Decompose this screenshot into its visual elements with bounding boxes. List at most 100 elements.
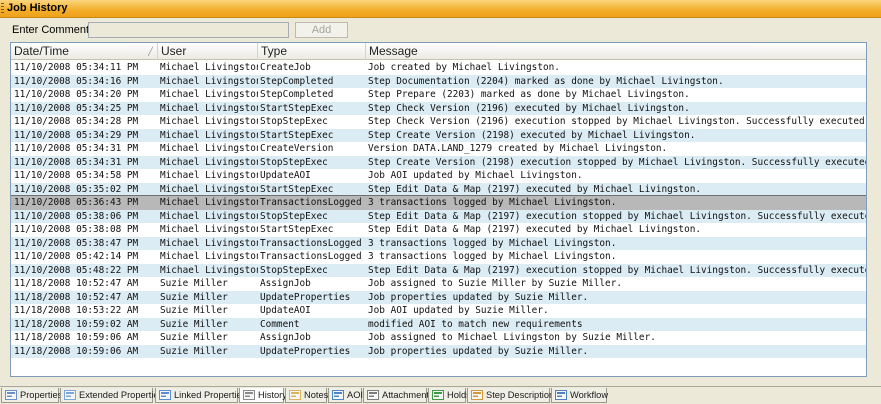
cell-user: Suzie Miller <box>160 305 228 316</box>
comment-input[interactable] <box>88 22 289 38</box>
add-button[interactable]: Add <box>295 22 348 38</box>
cell-user: Michael Livingston <box>160 183 258 195</box>
table-row[interactable]: 11/18/2008 10:52:47 AM Suzie Miller Update… <box>11 290 866 304</box>
cell-type: StopStepExec <box>260 210 328 222</box>
cell-date: 11/18/2008 10:53:22 AM <box>14 305 139 316</box>
table-row[interactable]: 11/10/2008 05:34:31 PM Michael Livingston… <box>11 142 866 156</box>
tab-linked-properties[interactable]: Linked Properties <box>155 388 246 403</box>
cell-message: Version DATA.LAND_1279 created by Michae… <box>368 143 668 154</box>
cell-type: StopStepExec <box>260 116 328 127</box>
cell-user: Michael Livingston <box>160 102 258 114</box>
history-grid[interactable]: Date/Time ╱ User Type Message 11/10/2008… <box>10 42 867 377</box>
cell-type: StartStepExec <box>260 129 334 141</box>
tab-label: History <box>258 390 287 400</box>
cell-message: Step Prepare (2203) marked as done by Mi… <box>368 89 690 100</box>
tab-extended-properties[interactable]: Extended Properties <box>60 388 163 403</box>
cell-date: 11/10/2008 05:34:58 PM <box>14 170 139 181</box>
tab-properties[interactable]: Properties <box>1 388 63 403</box>
tab-label: Linked Properties <box>174 390 247 400</box>
table-row[interactable]: 11/10/2008 05:38:47 PM Michael Livingston… <box>11 236 866 250</box>
tab-workflow[interactable]: Workflow <box>551 388 609 403</box>
cell-message: Job properties updated by Suzie Miller. <box>368 291 589 303</box>
step-descriptions-icon <box>471 390 483 400</box>
cell-message: Step Edit Data & Map (2197) executed by … <box>368 183 702 195</box>
cell-type: StepCompleted <box>260 89 334 100</box>
table-row[interactable]: 11/18/2008 10:59:06 AM Suzie Miller Assign… <box>11 331 866 345</box>
cell-message: 3 transactions logged by Michael Livings… <box>368 237 617 249</box>
panel-title: Job History <box>7 2 68 14</box>
cell-user: Michael Livingston <box>160 156 258 168</box>
column-header-message[interactable]: Message <box>366 43 866 60</box>
table-row[interactable]: 11/10/2008 05:34:11 PM Michael Livingston… <box>11 61 866 75</box>
cell-message: Step Create Version (2198) execution sto… <box>368 156 866 168</box>
table-row[interactable]: 11/10/2008 05:34:58 PM Michael Livingston… <box>11 169 866 183</box>
column-header-type[interactable]: Type <box>258 43 366 60</box>
cell-type: CreateVersion <box>260 143 334 154</box>
history-icon <box>243 390 255 400</box>
tab-history[interactable]: History <box>239 388 287 403</box>
tab-label: Properties <box>20 390 63 400</box>
table-row[interactable]: 11/10/2008 05:42:14 PM Michael Livingston… <box>11 250 866 264</box>
cell-date: 11/10/2008 05:34:20 PM <box>14 89 139 100</box>
panel-title-bar: Job History <box>0 0 881 18</box>
cell-message: Job created by Michael Livingston. <box>368 62 560 73</box>
cell-message: Job properties updated by Suzie Miller. <box>368 345 589 357</box>
cell-message: Step Create Version (2198) executed by M… <box>368 129 696 141</box>
cell-date: 11/18/2008 10:52:47 AM <box>14 291 139 303</box>
table-row[interactable]: 11/10/2008 05:38:06 PM Michael Livingston… <box>11 209 866 223</box>
tab-attachments[interactable]: Attachments <box>363 388 434 403</box>
cell-message: 3 transactions logged by Michael Livings… <box>368 197 617 208</box>
cell-user: Michael Livingston <box>160 143 258 154</box>
tab-step-descriptions[interactable]: Step Descriptions <box>467 388 559 403</box>
table-row[interactable]: 11/18/2008 10:59:02 AM Suzie Miller Commen… <box>11 317 866 331</box>
column-header-label: Date/Time <box>14 44 69 58</box>
grid-header: Date/Time ╱ User Type Message <box>11 43 866 60</box>
cell-user: Suzie Miller <box>160 332 228 343</box>
column-header-user[interactable]: User <box>158 43 258 60</box>
table-row[interactable]: 11/10/2008 05:34:25 PM Michael Livingston… <box>11 101 866 115</box>
table-row[interactable]: 11/10/2008 05:34:31 PM Michael Livingston… <box>11 155 866 169</box>
column-header-label: Type <box>261 44 288 58</box>
comment-label: Enter Comment: <box>12 24 93 36</box>
cell-user: Michael Livingston <box>160 170 258 181</box>
table-row[interactable]: 11/10/2008 05:36:43 PM Michael Livingston… <box>11 195 866 211</box>
sort-icon: ╱ <box>148 47 153 56</box>
cell-message: Job AOI updated by Michael Livingston. <box>368 170 583 181</box>
cell-type: AssignJob <box>260 332 311 343</box>
table-row[interactable]: 11/10/2008 05:34:28 PM Michael Livingston… <box>11 115 866 129</box>
cell-date: 11/10/2008 05:42:14 PM <box>14 251 139 262</box>
cell-message: Job assigned to Michael Livingston by Su… <box>368 332 656 343</box>
table-row[interactable]: 11/10/2008 05:34:16 PM Michael Livingston… <box>11 74 866 88</box>
grid-rows: 11/10/2008 05:34:11 PM Michael Livingston… <box>11 61 866 358</box>
tab-bar: Properties Extended Properties Linked Prop… <box>0 386 881 404</box>
cell-date: 11/10/2008 05:34:29 PM <box>14 129 139 141</box>
tab-notes[interactable]: Notes <box>285 388 328 403</box>
cell-user: Michael Livingston <box>160 264 258 276</box>
table-row[interactable]: 11/10/2008 05:35:02 PM Michael Livingston… <box>11 182 866 196</box>
cell-date: 11/10/2008 05:48:22 PM <box>14 264 139 276</box>
table-row[interactable]: 11/10/2008 05:38:08 PM Michael Livingston… <box>11 223 866 237</box>
cell-type: TransactionsLogged <box>260 197 362 208</box>
cell-message: Step Documentation (2204) marked as done… <box>368 75 724 87</box>
tab-holds[interactable]: Holds <box>428 388 471 403</box>
cell-type: StartStepExec <box>260 102 334 114</box>
cell-message: Step Check Version (2196) executed by Mi… <box>368 102 690 114</box>
cell-message: Step Edit Data & Map (2197) execution st… <box>368 264 866 276</box>
column-header-label: Message <box>369 44 418 58</box>
cell-date: 11/10/2008 05:38:47 PM <box>14 237 139 249</box>
cell-type: TransactionsLogged <box>260 251 362 262</box>
table-row[interactable]: 11/18/2008 10:52:47 AM Suzie Miller Assign… <box>11 277 866 291</box>
table-row[interactable]: 11/10/2008 05:34:20 PM Michael Livingston… <box>11 88 866 102</box>
table-row[interactable]: 11/10/2008 05:34:29 PM Michael Livingston… <box>11 128 866 142</box>
cell-message: modified AOI to match new requirements <box>368 318 583 330</box>
tab-label: Workflow <box>570 390 609 400</box>
table-row[interactable]: 11/18/2008 10:53:22 AM Suzie Miller Update… <box>11 304 866 318</box>
column-header-label: User <box>161 44 187 58</box>
table-row[interactable]: 11/10/2008 05:48:22 PM Michael Livingston… <box>11 263 866 277</box>
column-header-date[interactable]: Date/Time ╱ <box>11 43 158 60</box>
comment-row: Enter Comment: Add <box>0 20 881 40</box>
grip-icon[interactable] <box>1 3 4 15</box>
tab-aoi[interactable]: AOI <box>328 388 363 403</box>
cell-type: StartStepExec <box>260 183 334 195</box>
table-row[interactable]: 11/18/2008 10:59:06 AM Suzie Miller Update… <box>11 344 866 358</box>
